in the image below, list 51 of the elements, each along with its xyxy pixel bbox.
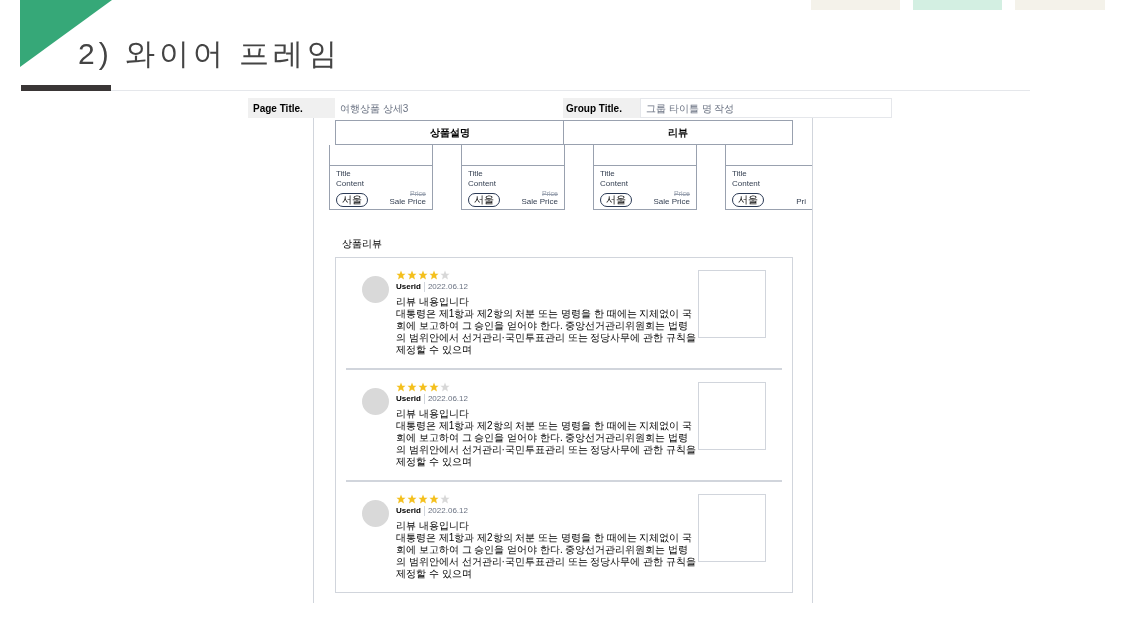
tab[interactable]: 리뷰: [564, 120, 793, 145]
review-title: 리뷰 내용입니다: [396, 296, 469, 308]
section-heading: 상품리뷰: [342, 237, 382, 251]
filled-star-icon: [418, 382, 428, 392]
product-content: Content: [468, 179, 497, 189]
product-title: Title: [600, 169, 615, 179]
filled-star-icon: [418, 494, 428, 504]
review-date: 2022.06.12: [423, 506, 468, 516]
product-title: Title: [336, 169, 351, 179]
product-card[interactable]: Title Content 서울 Pri: [725, 165, 812, 210]
filled-star-icon: [396, 494, 406, 504]
slide-title: 2) 와이어 프레임: [78, 36, 342, 72]
review-photo-placeholder: [698, 270, 766, 338]
product-content: Content: [732, 179, 761, 189]
review-text: 대통령은 제1항과 제2항의 처분 또는 명령을 한 때에는 지체없이 국회에 보고하여 그 승인을 얻어야 한다. 중앙선거관리위원회는 법령의 범위안에서 선거관리·국민투표관리 또는 정당사무에 관한 규칙을 제정할 수 있으며: [396, 532, 696, 580]
review-title: 리뷰 내용입니다: [396, 408, 469, 420]
group-title-field[interactable]: 그룹 타이틀 명 작성: [640, 98, 892, 118]
product-content: Content: [600, 179, 629, 189]
group-title-label: Group Title.: [563, 98, 640, 118]
filled-star-icon: [429, 382, 439, 392]
user-id: Userid: [396, 282, 421, 292]
avatar-icon: [362, 388, 389, 415]
review-photo-placeholder: [698, 382, 766, 450]
filled-star-icon: [407, 270, 417, 280]
filled-star-icon: [396, 382, 406, 392]
filled-star-icon: [407, 494, 417, 504]
review-title: 리뷰 내용입니다: [396, 520, 469, 532]
product-title: Title: [468, 169, 483, 179]
filled-star-icon: [396, 270, 406, 280]
sale-price: Sale Price: [389, 197, 426, 207]
review-photo-placeholder: [698, 494, 766, 562]
product-title: Title: [732, 169, 747, 179]
filled-star-icon: [429, 494, 439, 504]
user-id: Userid: [396, 506, 421, 516]
page-title-field[interactable]: 여행상품 상세3: [335, 98, 563, 118]
filled-star-icon: [429, 270, 439, 280]
avatar-icon: [362, 500, 389, 527]
filled-star-icon: [418, 270, 428, 280]
filled-star-icon: [407, 382, 417, 392]
sale-price: Sale Price: [653, 197, 690, 207]
review-date: 2022.06.12: [423, 282, 468, 292]
user-id: Userid: [396, 394, 421, 404]
review-date: 2022.06.12: [423, 394, 468, 404]
sale-price: Sale Price: [521, 197, 558, 207]
page-title-label: Page Title.: [248, 98, 335, 118]
review-text: 대통령은 제1항과 제2항의 처분 또는 명령을 한 때에는 지체없이 국회에 보고하여 그 승인을 얻어야 한다. 중앙선거관리위원회는 법령의 범위안에서 선거관리·국민투표관리 또는 정당사무에 관한 규칙을 제정할 수 있으며: [396, 420, 696, 468]
tab[interactable]: 상품설명: [335, 120, 564, 145]
avatar-icon: [362, 276, 389, 303]
review-text: 대통령은 제1항과 제2항의 처분 또는 명령을 한 때에는 지체없이 국회에 보고하여 그 승인을 얻어야 한다. 중앙선거관리위원회는 법령의 범위안에서 선거관리·국민투표관리 또는 정당사무에 관한 규칙을 제정할 수 있으며: [396, 308, 696, 356]
sale-price: Pri: [796, 197, 806, 207]
product-content: Content: [336, 179, 365, 189]
